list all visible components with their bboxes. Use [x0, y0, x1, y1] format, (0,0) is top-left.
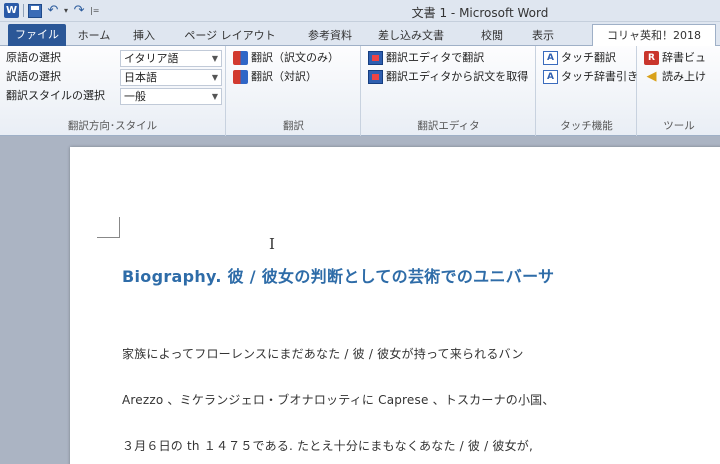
- touch-dictionary-label: タッチ辞書引き: [561, 70, 638, 83]
- group-tools: R 辞書ビュ ◀ 読み上け ツール: [638, 46, 720, 136]
- editor-fetch-label: 翻訳エディタから訳文を取得: [386, 70, 529, 83]
- group-touch: A タッチ翻訳 A タッチ辞書引き タッチ機能: [537, 46, 638, 136]
- title-bar: W ↶ ▾ ↷ |= 文書 1 - Microsoft Word: [0, 0, 720, 22]
- tab-insert[interactable]: 挿入: [124, 26, 164, 46]
- tab-mailings[interactable]: 差し込み文書: [366, 26, 456, 46]
- dictionary-icon: R: [644, 51, 659, 65]
- group-direction-style: 原語の選択 イタリア語 ▼ 訳語の選択 日本語 ▼ 翻訳スタイルの選択 一般 ▼…: [0, 46, 226, 136]
- editor-translate-label: 翻訳エディタで翻訳: [386, 51, 485, 64]
- translation-style-label: 翻訳スタイルの選択: [6, 89, 105, 102]
- group-label: 翻訳: [283, 120, 304, 132]
- document-paragraph[interactable]: 家族によってフローレンスにまだあなた / 彼 / 彼女が持って来られるバン: [122, 345, 524, 362]
- editor-fetch-icon: [368, 70, 383, 84]
- touch-translate-button[interactable]: A タッチ翻訳: [543, 49, 616, 67]
- margin-corner-mark: [97, 237, 119, 238]
- touch-translate-label: タッチ翻訳: [561, 51, 616, 64]
- margin-corner-mark: [119, 217, 120, 238]
- tab-references[interactable]: 参考資料: [300, 26, 360, 46]
- translate-only-button[interactable]: 翻訳（訳文のみ）: [233, 49, 339, 67]
- translate-parallel-button[interactable]: 翻訳（対訳）: [233, 68, 317, 86]
- document-paragraph[interactable]: ３月６日の th １４７５である. たとえ十分にまもなくあなた / 彼 / 彼女…: [122, 437, 533, 454]
- touch-dictionary-icon: A: [543, 70, 558, 84]
- editor-translate-icon: [368, 51, 383, 65]
- speaker-icon: ◀: [646, 69, 657, 84]
- editor-fetch-button[interactable]: 翻訳エディタから訳文を取得: [368, 68, 528, 86]
- source-language-dropdown[interactable]: イタリア語 ▼: [120, 50, 222, 67]
- chevron-down-icon: ▼: [211, 92, 218, 101]
- target-language-label: 訳語の選択: [6, 70, 61, 83]
- group-translate: 翻訳（訳文のみ） 翻訳（対訳） 翻訳: [227, 46, 361, 136]
- touch-dictionary-button[interactable]: A タッチ辞書引き: [543, 68, 638, 86]
- source-language-value: イタリア語: [124, 52, 179, 65]
- group-label: タッチ機能: [560, 120, 613, 132]
- document-page[interactable]: [70, 147, 720, 464]
- target-language-dropdown[interactable]: 日本語 ▼: [120, 69, 222, 86]
- tab-page-layout[interactable]: ページ レイアウト: [170, 26, 290, 46]
- touch-translate-icon: A: [543, 51, 558, 65]
- target-language-value: 日本語: [124, 71, 157, 84]
- ribbon: 原語の選択 イタリア語 ▼ 訳語の選択 日本語 ▼ 翻訳スタイルの選択 一般 ▼…: [0, 46, 720, 136]
- translation-style-value: 一般: [124, 90, 146, 103]
- dictionary-viewer-button[interactable]: R 辞書ビュ: [644, 49, 706, 67]
- translate-parallel-label: 翻訳（対訳）: [251, 70, 317, 83]
- tab-korya-eiwa[interactable]: コリャ英和！2018: [592, 24, 716, 46]
- group-label: ツール: [663, 120, 695, 132]
- group-translation-editor: 翻訳エディタで翻訳 翻訳エディタから訳文を取得 翻訳エディタ: [362, 46, 536, 136]
- tab-file[interactable]: ファイル: [8, 24, 66, 46]
- translate-icon: [233, 51, 248, 65]
- group-label: 翻訳方向･スタイル: [67, 120, 158, 132]
- editor-translate-button[interactable]: 翻訳エディタで翻訳: [368, 49, 484, 67]
- document-area: I Biography. 彼 / 彼女の判断としての芸術でのユニバーサ 家族によ…: [0, 137, 720, 464]
- read-aloud-label: 読み上け: [662, 70, 706, 83]
- text-cursor-icon: I: [269, 235, 275, 253]
- tab-review[interactable]: 校閲: [476, 26, 508, 46]
- dictionary-viewer-label: 辞書ビュ: [662, 51, 706, 64]
- document-paragraph[interactable]: Arezzo 、ミケランジェロ・ブオナロッティに Caprese 、トスカーナの…: [122, 391, 555, 408]
- tab-home[interactable]: ホーム: [72, 26, 116, 46]
- translation-style-dropdown[interactable]: 一般 ▼: [120, 88, 222, 105]
- chevron-down-icon: ▼: [211, 54, 218, 63]
- document-heading[interactable]: Biography. 彼 / 彼女の判断としての芸術でのユニバーサ: [122, 263, 554, 287]
- translate-only-label: 翻訳（訳文のみ）: [251, 51, 339, 64]
- group-label: 翻訳エディタ: [417, 120, 480, 132]
- translate-parallel-icon: [233, 70, 248, 84]
- ribbon-tabs: ファイル ホーム 挿入 ページ レイアウト 参考資料 差し込み文書 校閲 表示 …: [0, 22, 720, 46]
- tab-view[interactable]: 表示: [523, 26, 563, 46]
- source-language-label: 原語の選択: [6, 51, 61, 64]
- chevron-down-icon: ▼: [211, 73, 218, 82]
- window-title: 文書 1 - Microsoft Word: [411, 6, 549, 20]
- read-aloud-button[interactable]: ◀ 読み上け: [644, 68, 707, 86]
